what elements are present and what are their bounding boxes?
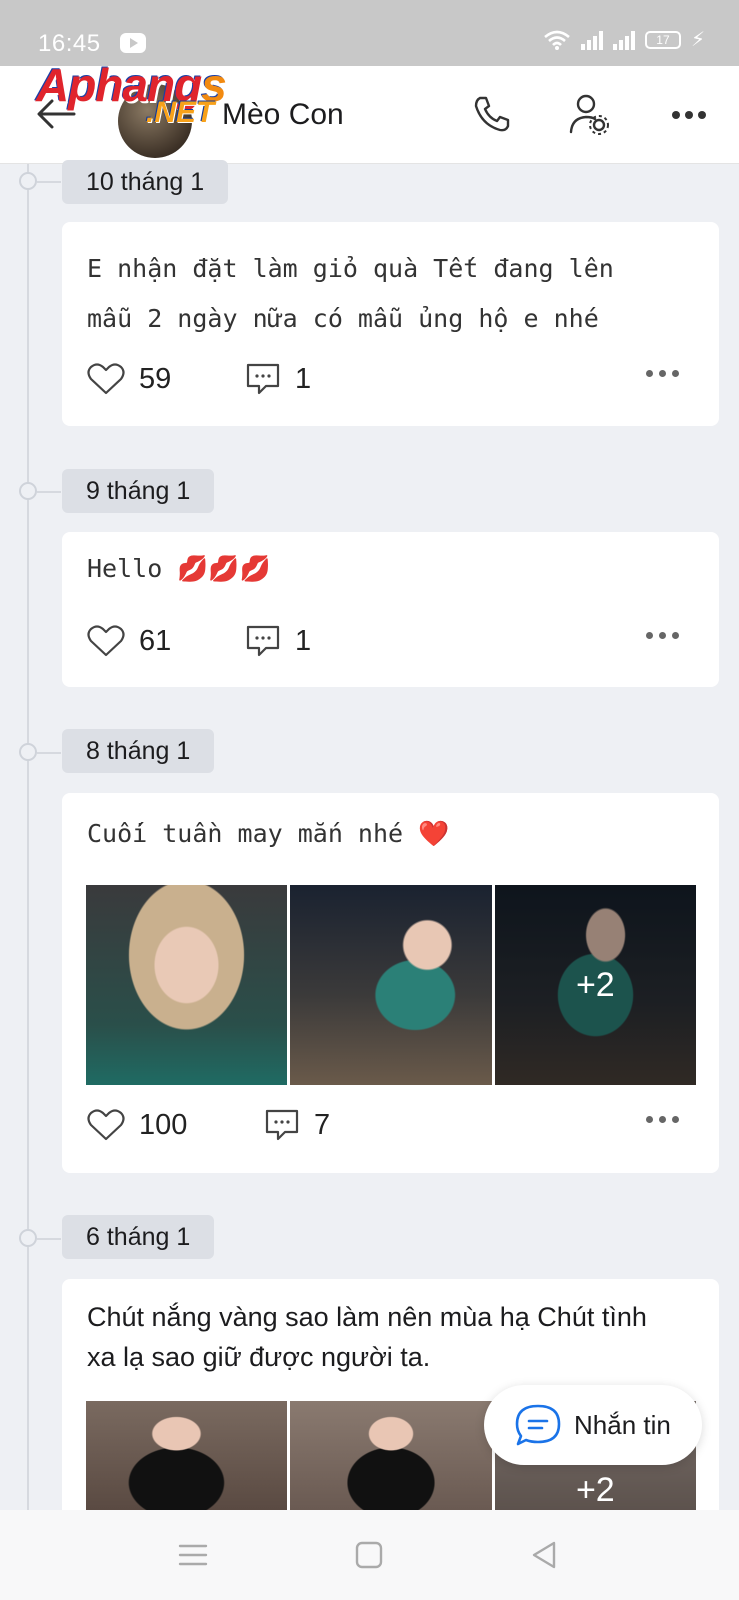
heart-icon [87, 1109, 125, 1141]
date-label: 9 tháng 1 [62, 469, 215, 513]
post-card[interactable]: Hello 💋💋💋 61 1 [62, 532, 719, 687]
photo-thumbnail[interactable]: +2 [494, 885, 696, 1085]
battery-icon: 17 [644, 31, 681, 49]
heart-icon [87, 625, 125, 657]
status-indicators: 17 ⚡ [543, 30, 705, 50]
timeline-connector [37, 181, 61, 183]
post-actions: 61 1 [87, 624, 694, 664]
timeline-dot [19, 482, 37, 500]
battery-level: 17 [656, 33, 670, 47]
post-actions: 59 1 [87, 362, 694, 402]
timeline-line [27, 164, 29, 1510]
post-text: Cuối tuần may mắn nhé ❤️ [87, 819, 450, 848]
user-settings-icon[interactable] [568, 92, 612, 136]
comment-count: 1 [295, 362, 312, 395]
phone-icon[interactable] [470, 92, 514, 136]
post-text: Hello 💋💋💋 [87, 554, 271, 583]
like-count: 61 [139, 624, 172, 657]
more-icon[interactable] [672, 111, 706, 119]
date-label: 6 tháng 1 [62, 1215, 215, 1259]
status-time: 16:45 [38, 30, 101, 57]
photo-thumbnail[interactable] [290, 885, 492, 1085]
timeline-dot [19, 743, 37, 761]
comment-button[interactable]: 7 [264, 1108, 330, 1142]
back-triangle-icon[interactable] [528, 1538, 562, 1572]
like-count: 59 [139, 362, 172, 395]
date-label: 8 tháng 1 [62, 729, 215, 773]
post-more-icon[interactable] [646, 632, 679, 639]
signal-icon [612, 30, 635, 50]
avatar[interactable] [118, 84, 192, 158]
photo-thumbnail[interactable] [86, 885, 288, 1085]
comment-icon [246, 625, 280, 657]
message-button[interactable]: Nhắn tin [484, 1385, 702, 1465]
menu-icon[interactable] [176, 1538, 210, 1572]
like-button[interactable]: 100 [87, 1108, 187, 1142]
post-card[interactable]: E nhận đặt làm giỏ quà Tết đang lên mẫu … [62, 222, 719, 426]
comment-icon [246, 363, 280, 395]
post-more-icon[interactable] [646, 1116, 679, 1123]
timeline-connector [37, 752, 61, 754]
like-button[interactable]: 59 [87, 362, 171, 396]
comment-button[interactable]: 1 [245, 362, 311, 396]
charging-icon: ⚡ [690, 29, 705, 51]
post-more-icon[interactable] [646, 370, 679, 377]
comment-count: 1 [295, 624, 312, 657]
message-button-label: Nhắn tin [574, 1409, 671, 1440]
post-actions: 100 7 [87, 1108, 694, 1148]
profile-name: Mèo Con [222, 98, 344, 131]
timeline-dot [19, 172, 37, 190]
timeline-dot [19, 1229, 37, 1247]
heart-icon [87, 363, 125, 395]
timeline-connector [37, 1238, 61, 1240]
post-card[interactable]: Cuối tuần may mắn nhé ❤️ +2 100 7 [62, 793, 719, 1173]
more-photos-count: +2 [494, 885, 696, 1085]
status-bar: 16:45 17 ⚡ [0, 0, 739, 66]
post-text: Chút nắng vàng sao làm nên mùa hạ Chút t… [87, 1302, 647, 1372]
photo-thumbnail[interactable] [86, 1401, 288, 1510]
signal-icon [580, 30, 603, 50]
home-square-icon[interactable] [352, 1538, 386, 1572]
system-nav-bar [0, 1510, 739, 1600]
photo-grid: +2 [86, 885, 696, 1085]
chat-bubble-icon [515, 1404, 561, 1446]
comment-button[interactable]: 1 [245, 624, 311, 658]
timeline-connector [37, 491, 61, 493]
back-arrow-icon[interactable] [34, 92, 78, 136]
wifi-icon [544, 30, 570, 50]
youtube-icon [120, 33, 146, 53]
profile-header: Aphangs .NET Mèo Con [0, 59, 739, 164]
like-button[interactable]: 61 [87, 624, 171, 658]
date-label: 10 tháng 1 [62, 160, 229, 204]
photo-thumbnail[interactable] [290, 1401, 492, 1510]
like-count: 100 [139, 1108, 188, 1141]
comment-count: 7 [314, 1108, 331, 1141]
comment-icon [265, 1109, 299, 1141]
post-text: E nhận đặt làm giỏ quà Tết đang lên mẫu … [87, 254, 614, 333]
